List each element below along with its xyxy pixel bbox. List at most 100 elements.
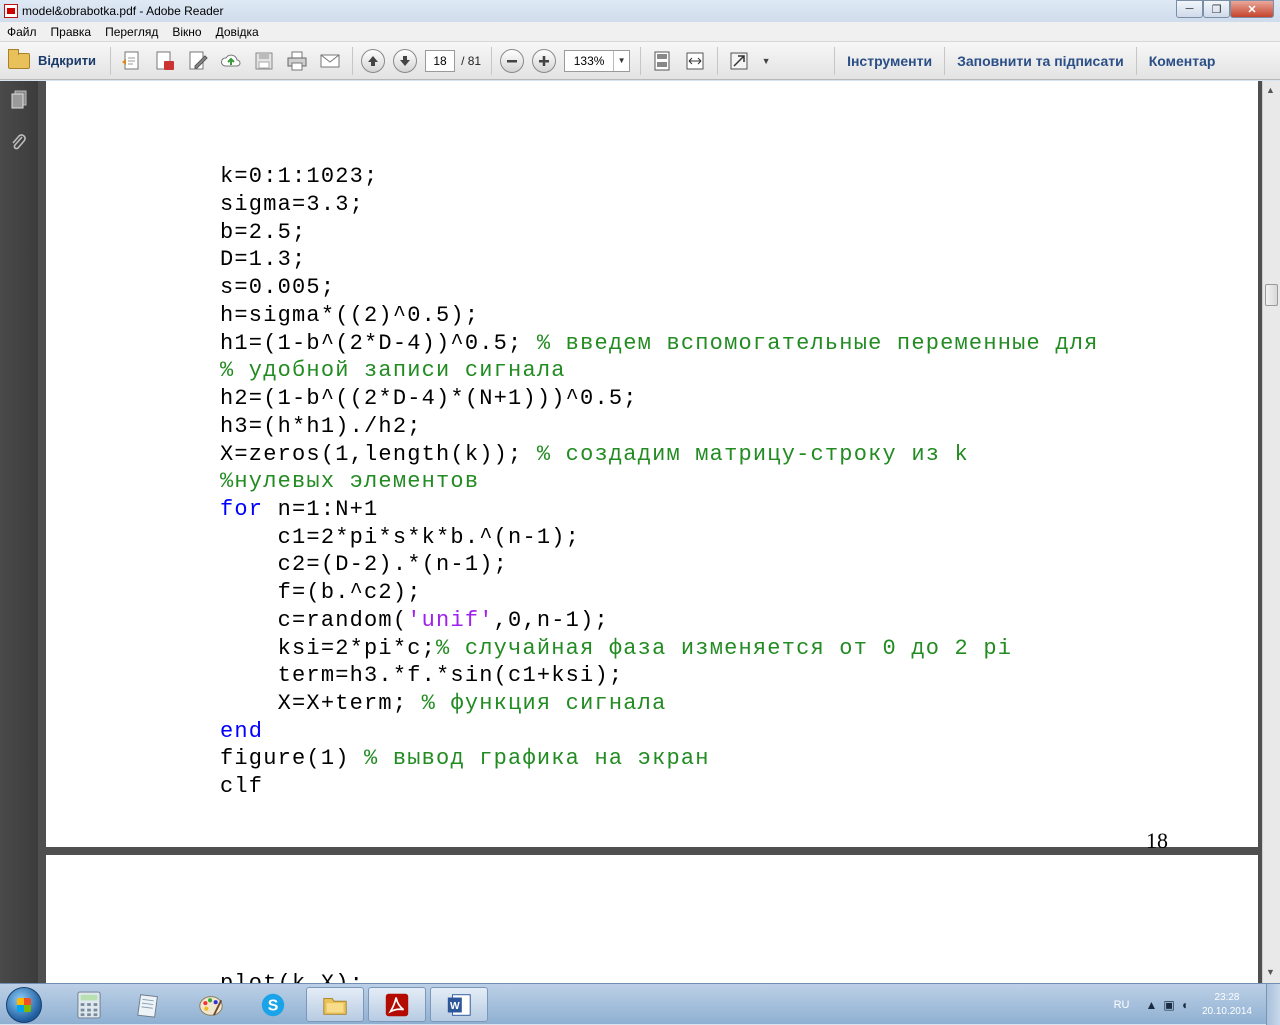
code-line: % удобной записи сигнала bbox=[220, 358, 566, 383]
skype-icon: S bbox=[261, 993, 285, 1016]
cloud-upload-icon[interactable] bbox=[219, 49, 243, 73]
edit-pdf-icon[interactable] bbox=[186, 49, 210, 73]
notes-taskbar-button[interactable] bbox=[120, 987, 178, 1022]
code-line: X=X+term; % функция сигнала bbox=[220, 691, 667, 716]
navigation-pane bbox=[0, 81, 38, 983]
pdf-page-next: plot(k,X); bbox=[46, 855, 1258, 983]
print-icon[interactable] bbox=[285, 49, 309, 73]
page-number: 18 bbox=[1146, 828, 1168, 853]
code-line: k=0:1:1023; bbox=[220, 164, 379, 189]
language-indicator[interactable]: RU bbox=[1114, 999, 1130, 1011]
clock-date: 20.10.2014 bbox=[1201, 1005, 1252, 1017]
folder-icon bbox=[323, 997, 347, 1015]
code-line: sigma=3.3; bbox=[220, 192, 365, 217]
plus-icon bbox=[539, 55, 550, 66]
tools-link[interactable]: Інструменти bbox=[834, 46, 944, 75]
clock[interactable]: 23:28 20.10.2014 bbox=[1202, 991, 1252, 1019]
scroll-down-arrow-icon[interactable]: ▼ bbox=[1266, 967, 1275, 977]
explorer-taskbar-button[interactable] bbox=[306, 987, 364, 1022]
previous-page-button[interactable] bbox=[361, 48, 386, 73]
code-line: X=zeros(1,length(k)); % создадим матрицу… bbox=[220, 442, 969, 467]
toolbar-separator bbox=[640, 46, 642, 75]
toolbar-separator bbox=[491, 46, 493, 75]
code-line: term=h3.*f.*sin(c1+ksi); bbox=[220, 663, 624, 688]
skype-taskbar-button[interactable]: S bbox=[244, 987, 302, 1022]
arrow-down-icon bbox=[400, 55, 411, 66]
code-line: for n=1:N+1 bbox=[220, 497, 379, 522]
save-icon[interactable] bbox=[252, 49, 276, 73]
adobe-reader-icon bbox=[385, 993, 409, 1016]
code-line: f=(b.^c2); bbox=[220, 580, 422, 605]
page-number-input[interactable]: 18 bbox=[425, 49, 456, 72]
code-line: D=1.3; bbox=[220, 247, 307, 272]
code-line: h3=(h*h1)./h2; bbox=[220, 414, 422, 439]
menu-view[interactable]: Перегляд bbox=[98, 25, 165, 39]
export-pdf-icon[interactable] bbox=[153, 49, 177, 73]
full-screen-icon[interactable] bbox=[727, 49, 751, 73]
menu-edit[interactable]: Правка bbox=[44, 25, 99, 39]
document-view[interactable]: k=0:1:1023; sigma=3.3; b=2.5; D=1.3; s=0… bbox=[38, 81, 1262, 983]
system-tray: RU ▲ ▣ ◖ 23:28 20.10.2014 bbox=[1114, 984, 1280, 1025]
adobe-reader-taskbar-button[interactable] bbox=[368, 987, 426, 1022]
calculator-icon bbox=[77, 991, 101, 1018]
zoom-select[interactable]: 133% ▼ bbox=[564, 49, 631, 72]
create-pdf-icon[interactable] bbox=[120, 49, 144, 73]
window-title: model&obrabotka.pdf - Adobe Reader bbox=[22, 4, 224, 18]
attachment-icon[interactable] bbox=[9, 133, 29, 153]
title-bar: model&obrabotka.pdf - Adobe Reader ─ ❐ ✕ bbox=[0, 0, 1280, 22]
minus-icon bbox=[507, 59, 518, 62]
next-page-button[interactable] bbox=[393, 48, 418, 73]
email-icon[interactable] bbox=[318, 49, 342, 73]
zoom-value: 133% bbox=[573, 53, 605, 68]
folder-icon bbox=[8, 48, 30, 69]
calculator-taskbar-button[interactable] bbox=[60, 987, 118, 1022]
code-line: %нулевых элементов bbox=[220, 469, 480, 494]
zoom-out-button[interactable] bbox=[500, 48, 525, 73]
comment-link[interactable]: Коментар bbox=[1135, 46, 1228, 75]
code-line: h2=(1-b^((2*D-4)*(N+1)))^0.5; bbox=[220, 386, 638, 411]
tray-expand-icon[interactable]: ▲ bbox=[1145, 998, 1157, 1012]
start-button[interactable] bbox=[6, 987, 42, 1023]
code-line: end bbox=[220, 719, 264, 744]
zoom-in-button[interactable] bbox=[532, 48, 557, 73]
taskbar: S W RU ▲ ▣ ◖ 23:28 20.10.2014 bbox=[0, 983, 1280, 1025]
notepad-icon bbox=[137, 993, 158, 1018]
open-button[interactable]: Відкрити bbox=[8, 46, 112, 75]
menu-file[interactable]: Файл bbox=[0, 25, 44, 39]
show-desktop-button[interactable] bbox=[1266, 984, 1280, 1025]
clock-time: 23:28 bbox=[1214, 991, 1240, 1003]
close-button[interactable]: ✕ bbox=[1230, 0, 1274, 18]
menu-bar: Файл Правка Перегляд Вікно Довідка bbox=[0, 22, 1280, 42]
toolbar-separator bbox=[352, 46, 354, 75]
chevron-down-icon[interactable]: ▼ bbox=[613, 50, 629, 71]
svg-text:W: W bbox=[450, 1001, 460, 1012]
code-line: h=sigma*((2)^0.5); bbox=[220, 303, 480, 328]
toolbar-separator bbox=[717, 46, 719, 75]
menu-window[interactable]: Вікно bbox=[165, 25, 208, 39]
minimize-button[interactable]: ─ bbox=[1176, 0, 1203, 18]
menu-help[interactable]: Довідка bbox=[209, 25, 266, 39]
open-button-label: Відкрити bbox=[38, 53, 97, 68]
fit-page-icon[interactable] bbox=[650, 49, 674, 73]
volume-icon[interactable]: ◖ bbox=[1181, 998, 1188, 1012]
toolbar-more-chevron-icon[interactable]: ▼ bbox=[760, 49, 772, 73]
scrollbar-thumb[interactable] bbox=[1265, 284, 1278, 306]
fit-width-icon[interactable] bbox=[683, 49, 707, 73]
code-line: c2=(D-2).*(n-1); bbox=[220, 552, 509, 577]
pages-thumbnail-icon[interactable] bbox=[9, 89, 29, 109]
word-icon: W bbox=[447, 993, 471, 1016]
paint-taskbar-button[interactable] bbox=[182, 987, 240, 1022]
scroll-up-arrow-icon[interactable]: ▲ bbox=[1266, 85, 1275, 95]
arrow-up-icon bbox=[368, 55, 379, 66]
network-icon[interactable]: ▣ bbox=[1163, 998, 1174, 1012]
restore-button[interactable]: ❐ bbox=[1203, 0, 1230, 18]
fill-sign-link[interactable]: Заповнити та підписати bbox=[944, 46, 1136, 75]
word-taskbar-button[interactable]: W bbox=[430, 987, 488, 1022]
code-line: c=random('unif',0,n-1); bbox=[220, 608, 609, 633]
code-line: clf bbox=[220, 774, 264, 799]
code-line: c1=2*pi*s*k*b.^(n-1); bbox=[220, 525, 581, 550]
vertical-scrollbar[interactable]: ▲ ▼ bbox=[1262, 81, 1280, 983]
pdf-page: k=0:1:1023; sigma=3.3; b=2.5; D=1.3; s=0… bbox=[46, 81, 1258, 853]
code-line: figure(1) % вывод графика на экран bbox=[220, 746, 710, 771]
code-line: plot(k,X); bbox=[220, 972, 364, 984]
